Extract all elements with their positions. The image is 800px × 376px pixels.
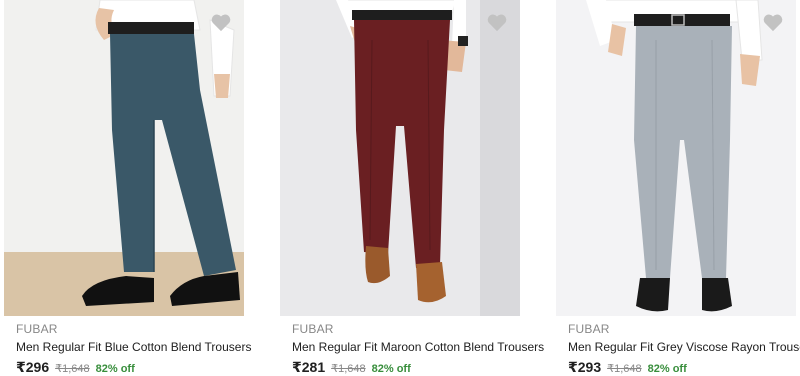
- product-image[interactable]: [556, 0, 796, 316]
- product-card[interactable]: FUBAR Men Regular Fit Blue Cotton Blend …: [4, 0, 251, 376]
- original-price: ₹1,648: [331, 363, 366, 375]
- heart-icon[interactable]: [210, 12, 232, 32]
- product-brand: FUBAR: [16, 322, 58, 336]
- heart-icon[interactable]: [762, 12, 784, 32]
- product-title[interactable]: Men Regular Fit Blue Cotton Blend Trouse…: [16, 340, 251, 354]
- product-brand: FUBAR: [568, 322, 610, 336]
- price-row: ₹296 ₹1,648 82% off: [16, 359, 135, 376]
- product-image[interactable]: [4, 0, 244, 316]
- price-row: ₹281 ₹1,648 82% off: [292, 359, 411, 376]
- selling-price: ₹281: [292, 359, 326, 375]
- discount-label: 82% off: [647, 363, 687, 375]
- discount-label: 82% off: [371, 363, 411, 375]
- selling-price: ₹296: [16, 359, 50, 375]
- product-card[interactable]: FUBAR Men Regular Fit Maroon Cotton Blen…: [280, 0, 544, 376]
- product-brand: FUBAR: [292, 322, 334, 336]
- original-price: ₹1,648: [607, 363, 642, 375]
- product-image[interactable]: [280, 0, 520, 316]
- original-price: ₹1,648: [55, 363, 90, 375]
- product-title[interactable]: Men Regular Fit Maroon Cotton Blend Trou…: [292, 340, 544, 354]
- product-card[interactable]: FUBAR Men Regular Fit Grey Viscose Rayon…: [556, 0, 800, 376]
- discount-label: 82% off: [95, 363, 135, 375]
- heart-icon[interactable]: [486, 12, 508, 32]
- selling-price: ₹293: [568, 359, 602, 375]
- price-row: ₹293 ₹1,648 82% off: [568, 359, 687, 376]
- product-title[interactable]: Men Regular Fit Grey Viscose Rayon Trous…: [568, 340, 800, 354]
